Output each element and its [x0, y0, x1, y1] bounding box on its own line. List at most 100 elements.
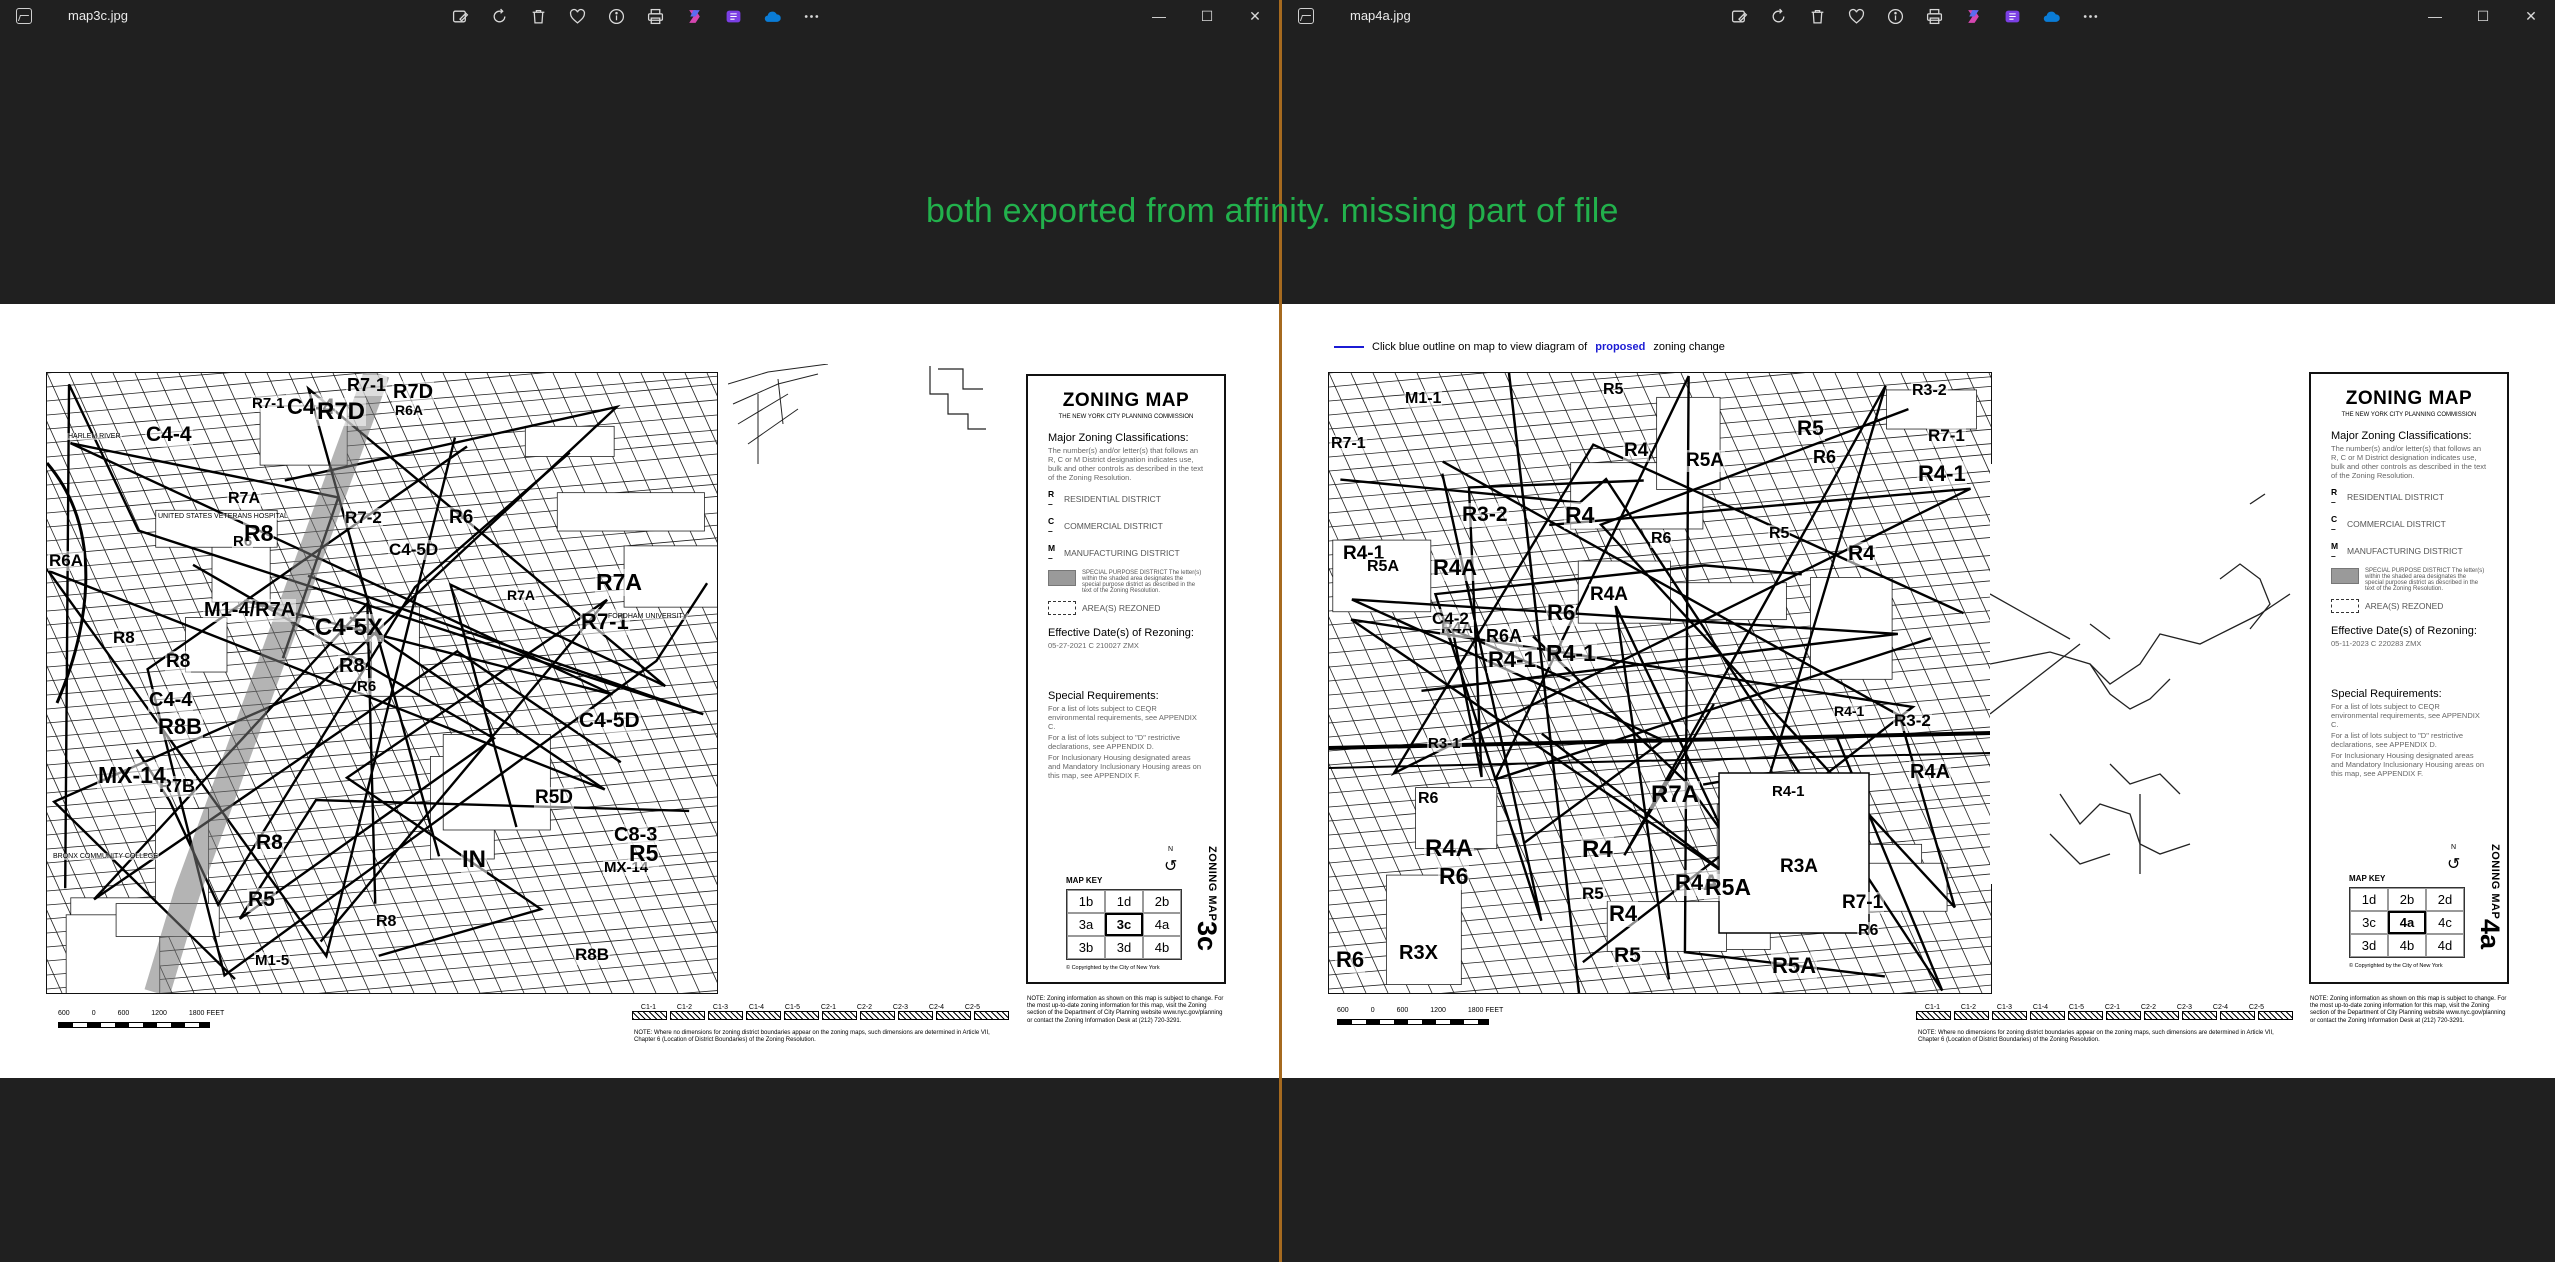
map-key-cell[interactable]: 4d: [2426, 934, 2464, 957]
onedrive-icon[interactable]: [2039, 4, 2063, 28]
print-icon[interactable]: [643, 4, 667, 28]
overlay-pattern: [936, 1011, 971, 1020]
zoning-district-label: R4: [1581, 836, 1614, 864]
title-bar: map3c.jpg — ☐ ✕: [0, 0, 1279, 32]
map-key-cell[interactable]: 2b: [1143, 890, 1181, 913]
overlay-pattern: [746, 1011, 781, 1020]
overlay-pattern: [2182, 1011, 2217, 1020]
maximize-button[interactable]: ☐: [1183, 0, 1231, 32]
scale-bar-graphic: [58, 1022, 210, 1028]
map-key-cell[interactable]: 3d: [2350, 934, 2388, 957]
info-icon[interactable]: [1883, 4, 1907, 28]
map-key-cell[interactable]: 2d: [2426, 888, 2464, 911]
zoning-district-label: R6A: [1485, 626, 1524, 647]
scale-label: 600: [117, 1010, 130, 1017]
overlay-code: C2-1: [2104, 1004, 2121, 1011]
map-key-cell[interactable]: 1d: [2350, 888, 2388, 911]
info-icon[interactable]: [604, 4, 628, 28]
overlay-pattern: [1992, 1011, 2027, 1020]
zoning-district-label: R5A: [1771, 953, 1818, 979]
scale-label: 600: [1396, 1007, 1409, 1014]
minimize-button[interactable]: —: [1135, 0, 1183, 32]
close-button[interactable]: ✕: [2507, 0, 2555, 32]
map-place-label: UNITED STATES VETERANS HOSPITAL: [157, 513, 289, 520]
rotate-icon[interactable]: [487, 4, 511, 28]
map-key-cell[interactable]: 4b: [1143, 936, 1181, 959]
map-key-grid: 1b 1d 2b 3a 3c 4a 3b 3d 4b: [1066, 889, 1182, 960]
copilot-icon[interactable]: [682, 4, 706, 28]
overlay-pattern: [2068, 1011, 2103, 1020]
overlay-pattern: [1916, 1011, 1951, 1020]
rotate-icon[interactable]: [1766, 4, 1790, 28]
special-purpose-text: SPECIAL PURPOSE DISTRICT The letter(s) w…: [2365, 568, 2485, 592]
zoning-district-label: R6: [1438, 863, 1470, 890]
close-button[interactable]: ✕: [1231, 0, 1279, 32]
special-requirement-item: For a list of lots subject to CEQR envir…: [1048, 704, 1197, 731]
north-arrow-icon: ↺: [1164, 858, 1178, 875]
rezoned-swatch: [1048, 601, 1076, 615]
map-key-cell[interactable]: 3c: [2350, 911, 2388, 934]
zoning-district-label: R8B: [157, 714, 204, 740]
copilot-icon[interactable]: [1961, 4, 1985, 28]
edit-image-icon[interactable]: [448, 4, 472, 28]
zoning-district-label: R8: [243, 520, 275, 547]
delete-icon[interactable]: [1805, 4, 1829, 28]
map-key-cell[interactable]: 4a: [1143, 913, 1181, 936]
district-code: C –: [1048, 516, 1055, 536]
special-requirement-item: For Inclusionary Housing designated area…: [1048, 753, 1202, 780]
map-place-label: FORDHAM UNIVERSITY: [607, 613, 689, 620]
zoning-district-label: R7-1: [346, 375, 388, 396]
overlay-code: C1-2: [676, 1004, 693, 1011]
zoning-district-label: R7A: [1650, 781, 1701, 809]
scale-label: 600: [58, 1010, 70, 1017]
overlay-code: C2-5: [2248, 1004, 2265, 1011]
more-icon[interactable]: [2078, 4, 2102, 28]
zoning-district-label: R8: [255, 831, 284, 855]
zoning-district-label: R3X: [1398, 942, 1439, 965]
delete-icon[interactable]: [526, 4, 550, 28]
zoning-district-label: R7-1: [1927, 426, 1966, 446]
zoning-district-label: R5A: [1366, 558, 1401, 576]
more-icon[interactable]: [799, 4, 823, 28]
zoning-district-label: C4-2: [1431, 609, 1470, 629]
district-row: C – COMMERCIAL DISTRICT: [1048, 516, 1224, 536]
zoning-map-drawing: M1-5INR7-2R7BR8BR7AR7AC4-4R8R6C4-5DR6MX-…: [46, 372, 718, 994]
map-key-cell[interactable]: 3a: [1067, 913, 1105, 936]
zoning-district-label: R5: [628, 840, 660, 867]
map-key-cell[interactable]: 3d: [1105, 936, 1143, 959]
map-key-cell[interactable]: 1b: [1067, 890, 1105, 913]
print-icon[interactable]: [1922, 4, 1946, 28]
dimension-note: NOTE: Where no dimensions for zoning dis…: [1918, 1030, 2274, 1044]
map-key-cell[interactable]: 3c: [1105, 913, 1143, 936]
map-key-cell[interactable]: 2b: [2388, 888, 2426, 911]
map-key-cell[interactable]: 1d: [1105, 890, 1143, 913]
window-controls: — ☐ ✕: [1135, 0, 1279, 32]
map-key-cell[interactable]: 4c: [2426, 911, 2464, 934]
zoning-legend-panel: ZONING MAP THE NEW YORK CITY PLANNING COM…: [1026, 374, 1226, 984]
favorite-icon[interactable]: [565, 4, 589, 28]
special-requirements-heading: Special Requirements:: [2331, 688, 2442, 700]
minimize-button[interactable]: —: [2411, 0, 2459, 32]
zoning-district-label: R4: [1608, 901, 1639, 927]
map-key-cell[interactable]: 3b: [1067, 936, 1105, 959]
zoning-district-label: IN: [461, 846, 487, 874]
map-key-cell[interactable]: 4a: [2388, 911, 2426, 934]
zoning-map-page: M1-5INR7-2R7BR8BR7AR7AC4-4R8R6C4-5DR6MX-…: [0, 304, 1279, 1078]
window-filename: map4a.jpg: [1350, 8, 1411, 23]
north-arrow-label: N: [2451, 844, 2457, 851]
zoning-district-label: R4-1: [1545, 640, 1597, 667]
favorite-icon[interactable]: [1844, 4, 1868, 28]
map-key-cell[interactable]: 4b: [2388, 934, 2426, 957]
overlay-pattern: [2144, 1011, 2179, 1020]
clipchamp-icon[interactable]: [721, 4, 745, 28]
overlay-pattern: [860, 1011, 895, 1020]
edit-image-icon[interactable]: [1727, 4, 1751, 28]
zoning-district-label: R7-2: [344, 508, 383, 528]
clipchamp-icon[interactable]: [2000, 4, 2024, 28]
district-code: R –: [1048, 489, 1055, 509]
onedrive-icon[interactable]: [760, 4, 784, 28]
zoning-district-label: R6: [1812, 447, 1838, 468]
zoning-district-label: C4-4: [148, 689, 194, 712]
maximize-button[interactable]: ☐: [2459, 0, 2507, 32]
zoning-district-label: R6A: [394, 402, 425, 418]
